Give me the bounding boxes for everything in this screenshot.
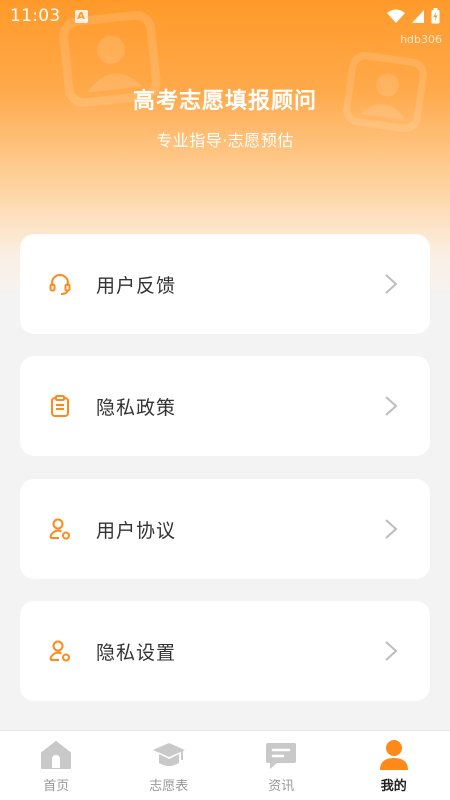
menu-item-label: 隐私政策 <box>96 396 177 419</box>
tab-label: 首页 <box>43 779 70 794</box>
graduation-cap-icon <box>152 743 185 766</box>
tab-label: 资讯 <box>268 779 295 794</box>
watermark-text: hdb306 <box>400 33 442 46</box>
menu-item-label: 用户反馈 <box>96 274 177 297</box>
message-icon <box>266 743 297 769</box>
home-icon <box>41 741 72 769</box>
status-time: 11:03 <box>10 6 61 26</box>
menu-item-label: 用户协议 <box>96 519 177 542</box>
user-shield-icon <box>49 518 70 540</box>
status-bar: 11:03 A <box>0 0 450 32</box>
battery-icon <box>431 8 440 24</box>
menu-item-privacy-policy[interactable]: 隐私政策 <box>20 356 430 456</box>
wifi-icon <box>387 9 405 23</box>
profile-icon <box>379 740 408 770</box>
page-title: 高考志愿填报顾问 <box>132 89 317 114</box>
headset-icon <box>49 274 71 295</box>
tab-home[interactable]: 首页 <box>0 731 113 800</box>
chevron-right-icon <box>385 274 398 294</box>
chevron-right-icon <box>385 396 398 416</box>
clipboard-icon <box>51 395 69 417</box>
menu-item-user-feedback[interactable]: 用户反馈 <box>20 234 430 334</box>
notification-icon: A <box>74 9 88 23</box>
page-subtitle: 专业指导·志愿预估 <box>156 131 294 150</box>
chevron-right-icon <box>385 519 398 539</box>
tab-label: 志愿表 <box>149 779 189 794</box>
chevron-right-icon <box>385 641 398 661</box>
tab-label: 我的 <box>380 779 407 794</box>
status-icons <box>387 8 440 24</box>
tab-mine[interactable]: 我的 <box>338 731 450 800</box>
menu-item-label: 隐私设置 <box>96 641 177 664</box>
menu-item-user-agreement[interactable]: 用户协议 <box>20 479 430 579</box>
signal-icon <box>412 9 424 23</box>
tab-news[interactable]: 资讯 <box>225 731 338 800</box>
user-settings-icon <box>49 640 70 662</box>
bottom-tab-bar: 首页 志愿表 资讯 我的 <box>0 730 450 800</box>
tab-volunteer-list[interactable]: 志愿表 <box>113 731 226 800</box>
menu-item-privacy-settings[interactable]: 隐私设置 <box>20 601 430 701</box>
